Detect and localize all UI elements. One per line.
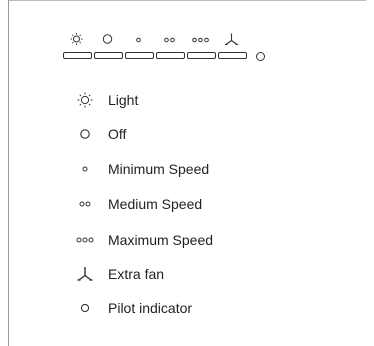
legend-label: Extra fan <box>108 266 165 282</box>
legend-item-light: Light <box>70 89 138 111</box>
legend-label: Light <box>108 92 139 108</box>
legend-item-extra-fan: Extra fan <box>70 263 164 285</box>
legend-item-pilot-indicator: Pilot indicator <box>70 297 192 319</box>
legend-item-min-speed: Minimum Speed <box>70 158 209 180</box>
legend-item-med-speed: Medium Speed <box>70 193 202 215</box>
legend-item-off: Off <box>70 123 126 145</box>
light-icon <box>70 89 100 111</box>
extra-fan-icon <box>70 263 100 285</box>
legend-label: Medium Speed <box>108 196 203 212</box>
legend-item-max-speed: Maximum Speed <box>70 229 213 251</box>
legend-label: Pilot indicator <box>108 300 193 316</box>
legend-label: Maximum Speed <box>108 232 214 248</box>
max-speed-icon <box>70 229 100 251</box>
off-icon <box>70 123 100 145</box>
legend-label: Minimum Speed <box>108 161 210 177</box>
med-speed-icon <box>70 193 100 215</box>
legend-label: Off <box>108 126 127 142</box>
min-speed-icon <box>70 158 100 180</box>
legend: Light Off Minimum Speed Medium Speed Max… <box>0 0 374 346</box>
pilot-indicator-icon <box>70 297 100 319</box>
